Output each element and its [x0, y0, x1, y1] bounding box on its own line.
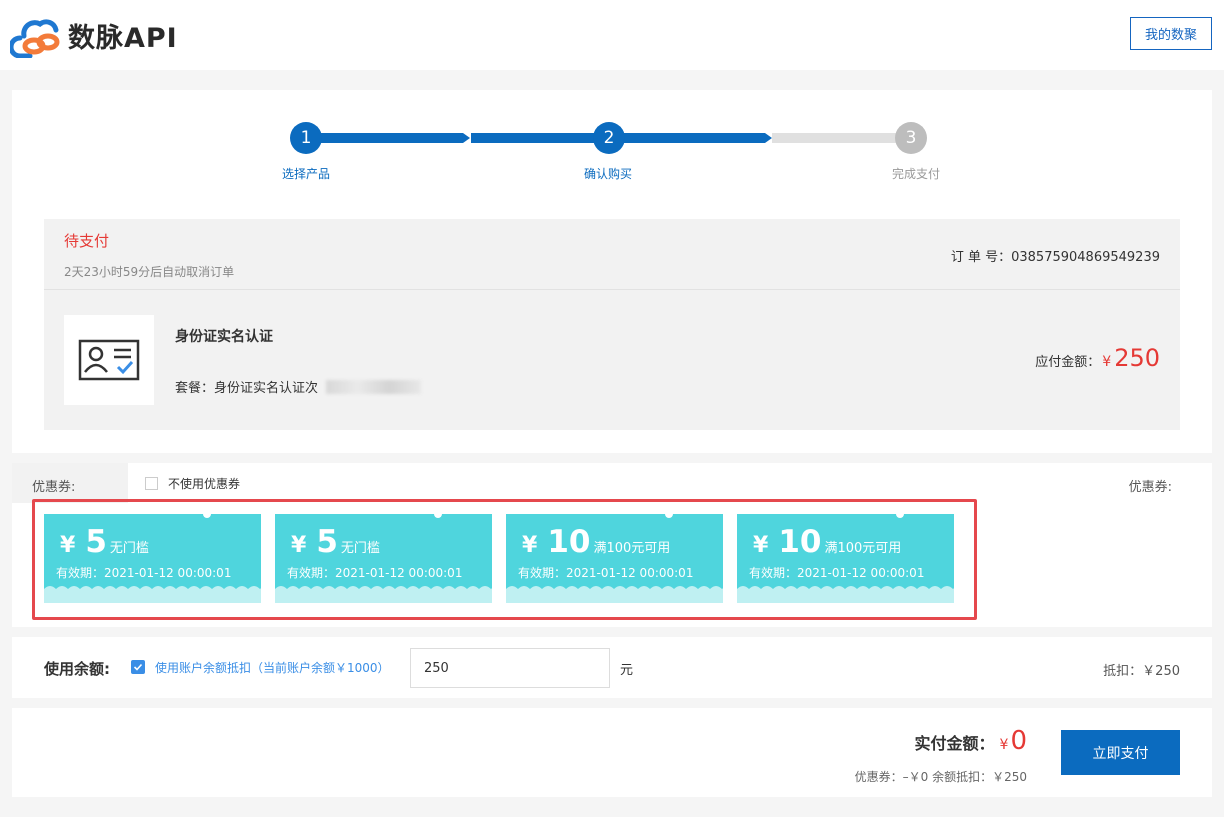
coupon-amount: ¥ 10 满100元可用: [753, 524, 901, 560]
payment-detail: 优惠券：–￥0 余额抵扣：￥250: [854, 770, 1027, 784]
amount-due-label: 应付金额：: [1035, 355, 1101, 370]
amount-due-currency: ¥: [1102, 354, 1112, 370]
coupon-currency: ¥: [60, 533, 76, 558]
coupon-notch: [434, 514, 442, 518]
coupon-condition: 无门槛: [340, 541, 380, 556]
coupon-value: 10: [778, 524, 822, 560]
coupon-item[interactable]: ¥ 5 无门槛 有效期：2021-01-12 00:00:01: [44, 514, 261, 603]
step-connector-1-arrow: [463, 133, 470, 143]
coupon-value: 10: [547, 524, 591, 560]
product-image: [64, 315, 154, 405]
no-coupon-option[interactable]: 不使用优惠券: [145, 475, 240, 492]
pay-now-button[interactable]: 立即支付: [1061, 730, 1180, 775]
order-number-value: 038575904869549239: [1011, 250, 1160, 265]
coupon-notch: [203, 514, 211, 518]
use-balance-label[interactable]: 使用账户余额抵扣（当前账户余额￥1000）: [155, 659, 390, 676]
balance-section: 使用余额: 使用账户余额抵扣（当前账户余额￥1000） 元 抵扣：￥250: [12, 637, 1212, 698]
amount-due-value: 250: [1114, 344, 1160, 372]
payment-section: 实付金额： ¥ 0 优惠券：–￥0 余额抵扣：￥250 立即支付: [12, 708, 1212, 797]
coupon-value: 5: [85, 524, 107, 560]
no-coupon-checkbox[interactable]: [145, 477, 158, 490]
step-1-circle: 1: [290, 122, 322, 154]
product-package: 套餐：身份证实名认证次: [175, 377, 422, 396]
step-2-label: 确认购买: [583, 167, 632, 181]
coupon-validity: 有效期：2021-01-12 00:00:01: [749, 566, 925, 580]
step-3-circle: 3: [895, 122, 927, 154]
coupon-tabbar: 优惠券: 不使用优惠券 优惠券:: [12, 463, 1212, 503]
balance-deduct: 抵扣：￥250: [1103, 664, 1180, 679]
coupon-validity: 有效期：2021-01-12 00:00:01: [287, 566, 463, 580]
order-number: 订 单 号：038575904869549239: [951, 246, 1160, 265]
logo[interactable]: 数脉API: [10, 12, 178, 58]
coupon-wave-decoration: [737, 586, 954, 603]
coupon-notch: [896, 514, 904, 518]
coupon-validity: 有效期：2021-01-12 00:00:01: [518, 566, 694, 580]
logo-text: 数脉API: [68, 22, 178, 54]
step-3-label: 完成支付: [891, 167, 940, 181]
order-number-label: 订 单 号：: [950, 250, 1012, 265]
coupon-list: ¥ 5 无门槛 有效期：2021-01-12 00:00:01 ¥ 5 无门槛 …: [12, 499, 1212, 627]
redacted-block: [326, 379, 422, 394]
step-1-label: 选择产品: [281, 167, 330, 181]
tab-coupons[interactable]: 优惠券:: [12, 463, 128, 503]
payment-total-value: 0: [1010, 726, 1027, 756]
no-coupon-label: 不使用优惠券: [168, 477, 241, 491]
payment-total-currency: ¥: [999, 737, 1009, 753]
balance-label: 使用余额:: [44, 660, 110, 678]
coupon-condition: 满100元可用: [593, 541, 671, 556]
my-account-button[interactable]: 我的数聚: [1130, 17, 1212, 50]
order-status: 待支付: [64, 232, 110, 250]
coupon-item[interactable]: ¥ 10 满100元可用 有效期：2021-01-12 00:00:01: [737, 514, 954, 603]
coupon-item[interactable]: ¥ 10 满100元可用 有效期：2021-01-12 00:00:01: [506, 514, 723, 603]
step-2-circle: 2: [593, 122, 625, 154]
step-connector-2-arrow: [765, 133, 772, 143]
coupon-item[interactable]: ¥ 5 无门槛 有效期：2021-01-12 00:00:01: [275, 514, 492, 603]
step-connector-3: [772, 133, 912, 143]
coupon-currency: ¥: [291, 533, 307, 558]
coupon-currency: ¥: [753, 533, 769, 558]
product-package-label: 套餐：身份证实名认证次: [175, 381, 319, 396]
coupon-wave-decoration: [506, 586, 723, 603]
coupon-condition: 满100元可用: [824, 541, 902, 556]
coupon-condition: 无门槛: [109, 541, 149, 556]
product-name: 身份证实名认证: [175, 329, 273, 345]
coupon-validity: 有效期：2021-01-12 00:00:01: [56, 566, 232, 580]
coupon-currency: ¥: [522, 533, 538, 558]
coupon-value: 5: [316, 524, 338, 560]
cloud-link-logo-icon: [10, 19, 60, 58]
coupon-tabbar-rest: [128, 463, 1212, 503]
payment-total-label: 实付金额：: [914, 734, 995, 753]
order-countdown: 2天23小时59分后自动取消订单: [64, 265, 235, 279]
id-card-icon: [78, 339, 140, 381]
payment-total: 实付金额： ¥ 0: [915, 726, 1027, 756]
step-connector-1: [306, 133, 463, 143]
balance-unit: 元: [620, 663, 634, 678]
balance-amount-input[interactable]: [410, 648, 610, 688]
coupon-amount: ¥ 5 无门槛: [60, 524, 149, 560]
amount-due: 应付金额： ¥ 250: [1035, 344, 1160, 372]
coupon-wave-decoration: [275, 586, 492, 603]
coupon-summary-label: 优惠券:: [1128, 480, 1172, 495]
order-box: 待支付 2天23小时59分后自动取消订单 订 单 号：0385759048695…: [44, 219, 1180, 430]
order-divider: [44, 289, 1180, 290]
use-balance-checkbox[interactable]: [131, 660, 145, 674]
coupon-amount: ¥ 5 无门槛: [291, 524, 380, 560]
checkmark-icon: [133, 663, 143, 671]
coupon-notch: [665, 514, 673, 518]
top-header: 数脉API 我的数聚: [0, 0, 1224, 70]
order-summary-card: 1 2 3 选择产品 确认购买 完成支付 待支付 2天23小时59分后自动取消订…: [12, 90, 1212, 453]
coupon-wave-decoration: [44, 586, 261, 603]
coupon-amount: ¥ 10 满100元可用: [522, 524, 670, 560]
progress-steps: 1 2 3 选择产品 确认购买 完成支付: [12, 90, 1212, 190]
